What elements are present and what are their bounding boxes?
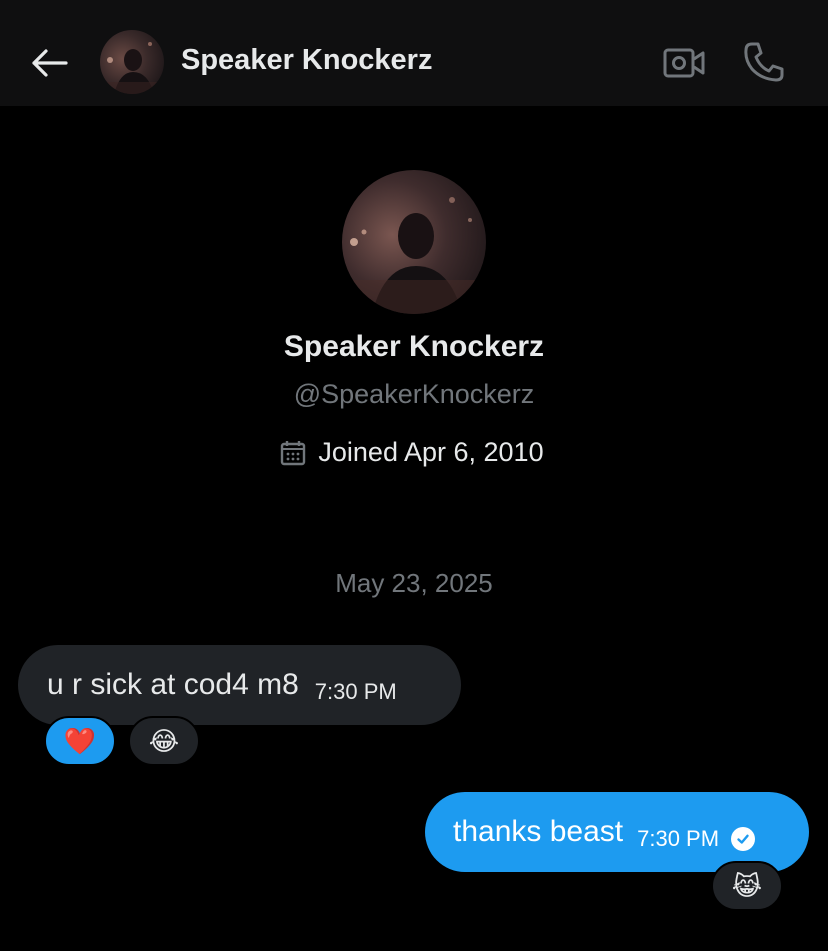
reaction-cat-tears[interactable]: 😹 (711, 861, 783, 911)
back-button[interactable] (26, 40, 72, 86)
incoming-message-bubble[interactable]: u r sick at cod4 m8 7:30 PM (18, 645, 461, 725)
header-contact-name[interactable]: Speaker Knockerz (181, 44, 432, 77)
joined-label: Joined Apr 6, 2010 (318, 437, 544, 467)
profile-name: Speaker Knockerz (283, 330, 545, 363)
video-call-button[interactable] (660, 40, 708, 86)
profile-handle: @SpeakerKnockerz (293, 379, 535, 409)
reaction-laughing[interactable]: 😂 (128, 716, 200, 766)
date-separator: May 23, 2025 (335, 568, 493, 598)
laughing-emoji: 😂 (148, 725, 180, 756)
joined-date: Joined Apr 6, 2010 (0, 437, 828, 468)
cat-tears-emoji: 😹 (731, 870, 763, 901)
profile-avatar[interactable] (342, 170, 486, 314)
message-time: 7:30 PM (314, 679, 397, 704)
calendar-icon (281, 440, 306, 465)
reaction-heart[interactable]: ❤️ (44, 716, 116, 766)
outgoing-message-bubble[interactable]: thanks beast 7:30 PM (425, 792, 809, 872)
message-text: u r sick at cod4 m8 (47, 668, 299, 701)
video-call-icon (663, 48, 705, 78)
back-arrow-icon (32, 49, 68, 77)
phone-icon (744, 42, 784, 82)
read-check-icon (731, 827, 756, 851)
phone-call-button[interactable] (740, 38, 788, 86)
message-text: thanks beast (453, 815, 624, 848)
conversation-header: Speaker Knockerz (0, 0, 828, 106)
message-time: 7:30 PM (637, 826, 720, 851)
header-avatar[interactable] (100, 30, 164, 94)
heart-emoji: ❤️ (63, 725, 97, 756)
